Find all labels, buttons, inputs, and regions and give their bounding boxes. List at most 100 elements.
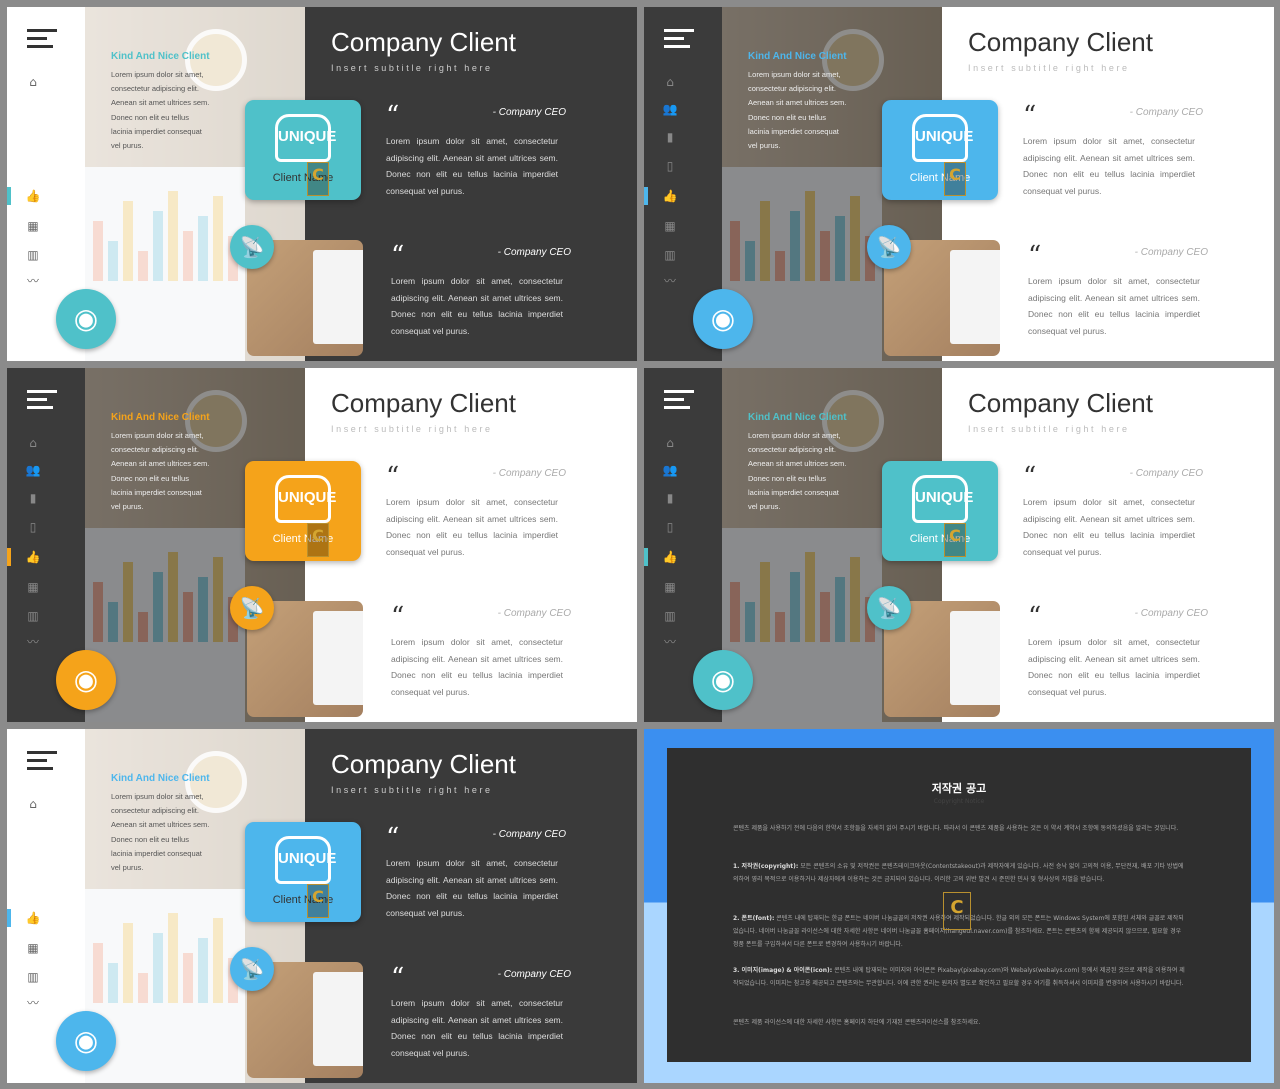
slide-thumbnail[interactable]: ⌂ 👥 ▮ ▯ 👍 ▦ ▥ 〰 Kind And Nice Client Lorem ipsu… [7, 368, 637, 722]
watermark-logo: C [307, 884, 329, 918]
slide-thumbnail[interactable]: ⌂ 👥 ▮ ▯ 👍 ▦ ▥ 〰 Kind And Nice Client Lorem ipsu… [644, 7, 1274, 361]
nav-thumbs-up-icon[interactable]: 👍 [25, 550, 41, 564]
client-logo-card: UNIQUE Client Name C [882, 461, 998, 561]
section-heading: Kind And Nice Client [748, 51, 847, 62]
slide-title: Company Client [331, 749, 516, 779]
testimonial-author: - Company CEO [492, 829, 566, 840]
slide-thumbnail[interactable]: ⌂ 👥 ▮ ▯ 👍 ▦ ▥ 〰 Kind And Nice Client Lorem ipsu… [644, 368, 1274, 722]
slide-subtitle: Insert subtitle right here [331, 424, 493, 434]
slide-subtitle: Insert subtitle right here [968, 63, 1130, 73]
testimonial-text: Lorem ipsum dolor sit amet, consectetur … [1028, 276, 1200, 336]
nav-book-icon[interactable]: ▮ [662, 491, 678, 505]
hamburger-menu-icon[interactable] [664, 390, 694, 414]
quote-icon: “ [386, 101, 400, 131]
nav-grid-icon[interactable]: ▦ [25, 941, 41, 955]
nav-home-icon[interactable]: ⌂ [25, 436, 41, 450]
section-heading: Kind And Nice Client [111, 773, 210, 784]
nav-phone-icon[interactable]: ▯ [25, 520, 41, 534]
notice-title: 저작권 공고 [931, 782, 987, 795]
unique-badge-logo: UNIQUE [912, 475, 973, 523]
disc-icon: ◉ [56, 650, 116, 710]
satellite-dish-icon: 📡 [230, 225, 274, 269]
nav-bar-chart-icon[interactable]: ▥ [25, 970, 41, 984]
nav-thumbs-up-icon[interactable]: 👍 [25, 189, 41, 203]
active-indicator [7, 548, 11, 566]
nav-grid-icon[interactable]: ▦ [662, 219, 678, 233]
nav-grid-icon[interactable]: ▦ [25, 580, 41, 594]
testimonial-text: Lorem ipsum dolor sit amet, consectetur … [391, 276, 563, 336]
nav-home-icon[interactable]: ⌂ [25, 797, 41, 811]
testimonial-author: - Company CEO [492, 107, 566, 118]
disc-icon: ◉ [693, 289, 753, 349]
satellite-dish-icon: 📡 [230, 947, 274, 991]
unique-badge-logo: UNIQUE [275, 114, 336, 162]
watermark-logo: C [307, 162, 329, 196]
client-logo-card: UNIQUE Client Name C [245, 822, 361, 922]
active-indicator [7, 909, 11, 927]
nav-thumbs-up-icon[interactable]: 👍 [662, 189, 678, 203]
client-name: Client Name [272, 894, 334, 906]
slide-thumbnail[interactable]: ⌂ 👍 ▦ ▥ 〰 Kind And Nice Client Lorem ipsum d… [7, 729, 637, 1083]
section-heading: Kind And Nice Client [111, 412, 210, 423]
nav-home-icon[interactable]: ⌂ [25, 75, 41, 89]
nav-bar-chart-icon[interactable]: ▥ [662, 248, 678, 262]
watermark-logo: C [943, 892, 971, 930]
notice-subtitle: Copyright Notice [933, 798, 985, 805]
nav-home-icon[interactable]: ⌂ [662, 436, 678, 450]
testimonial-text: Lorem ipsum dolor sit amet, consectetur … [391, 637, 563, 697]
nav-grid-icon[interactable]: ▦ [25, 219, 41, 233]
hamburger-menu-icon[interactable] [664, 29, 694, 53]
notice-footer: 콘텐츠 제품 라이선스에 대한 자세한 사항은 홈페이지 하단에 기재된 콘텐츠… [733, 1019, 981, 1026]
client-logo-card: UNIQUE Client Name C [882, 100, 998, 200]
nav-line-chart-icon[interactable]: 〰 [25, 996, 41, 1010]
client-name: Client Name [909, 172, 971, 184]
nav-book-icon[interactable]: ▮ [662, 130, 678, 144]
nav-grid-icon[interactable]: ▦ [662, 580, 678, 594]
testimonial-text: Lorem ipsum dolor sit amet, consectetur … [386, 858, 558, 918]
quote-icon: “ [1028, 241, 1042, 271]
nav-thumbs-up-icon[interactable]: 👍 [25, 911, 41, 925]
hamburger-menu-icon[interactable] [27, 390, 57, 414]
nav-bar-chart-icon[interactable]: ▥ [662, 609, 678, 623]
slide-subtitle: Insert subtitle right here [331, 63, 493, 73]
hamburger-menu-icon[interactable] [27, 29, 57, 53]
watermark-logo: C [307, 523, 329, 557]
nav-bar-chart-icon[interactable]: ▥ [25, 248, 41, 262]
nav-users-icon[interactable]: 👥 [662, 463, 678, 477]
nav-phone-icon[interactable]: ▯ [662, 159, 678, 173]
nav-bar-chart-icon[interactable]: ▥ [25, 609, 41, 623]
notice-item-body: 모든 콘텐츠의 소유 및 저작권은 콘텐츠테이크아웃(Contentstakeo… [733, 863, 1184, 883]
notice-panel: 저작권 공고 Copyright Notice 콘텐츠 제품을 사용하기 전에 … [667, 748, 1251, 1062]
nav-line-chart-icon[interactable]: 〰 [662, 274, 678, 288]
nav-home-icon[interactable]: ⌂ [662, 75, 678, 89]
nav-phone-icon[interactable]: ▯ [662, 520, 678, 534]
nav-book-icon[interactable]: ▮ [25, 491, 41, 505]
quote-icon: “ [1023, 462, 1037, 492]
notice-item-head: 1. 저작권(copyright): [733, 863, 799, 870]
unique-badge-logo: UNIQUE [275, 475, 336, 523]
slide-copyright-notice[interactable]: 저작권 공고 Copyright Notice 콘텐츠 제품을 사용하기 전에 … [644, 729, 1274, 1083]
quote-icon: “ [386, 462, 400, 492]
notice-intro: 콘텐츠 제품을 사용하기 전에 다음의 한약서 조항들을 자세히 읽어 주시기 … [733, 825, 1179, 832]
active-indicator [644, 548, 648, 566]
slide-title: Company Client [968, 27, 1153, 57]
nav-thumbs-up-icon[interactable]: 👍 [662, 550, 678, 564]
hamburger-menu-icon[interactable] [27, 751, 57, 775]
section-body: Lorem ipsum dolor sit amet, consectetur … [748, 431, 847, 512]
nav-line-chart-icon[interactable]: 〰 [25, 635, 41, 649]
nav-users-icon[interactable]: 👥 [25, 463, 41, 477]
testimonial-text: Lorem ipsum dolor sit amet, consectetur … [391, 998, 563, 1058]
notice-item-copyright: 1. 저작권(copyright): 모든 콘텐츠의 소유 및 저작권은 콘텐츠… [733, 860, 1185, 886]
slide-thumbnail[interactable]: ⌂ 👍 ▦ ▥ 〰 Kind And Nice Client Lorem ipsum d… [7, 7, 637, 361]
nav-line-chart-icon[interactable]: 〰 [662, 635, 678, 649]
nav-users-icon[interactable]: 👥 [662, 102, 678, 116]
satellite-dish-icon: 📡 [867, 225, 911, 269]
disc-icon: ◉ [693, 650, 753, 710]
section-heading: Kind And Nice Client [748, 412, 847, 423]
disc-icon: ◉ [56, 289, 116, 349]
satellite-dish-icon: 📡 [230, 586, 274, 630]
watermark-logo: C [944, 162, 966, 196]
nav-line-chart-icon[interactable]: 〰 [25, 274, 41, 288]
testimonial-author: - Company CEO [492, 468, 566, 479]
testimonial-author: - Company CEO [1129, 107, 1203, 118]
